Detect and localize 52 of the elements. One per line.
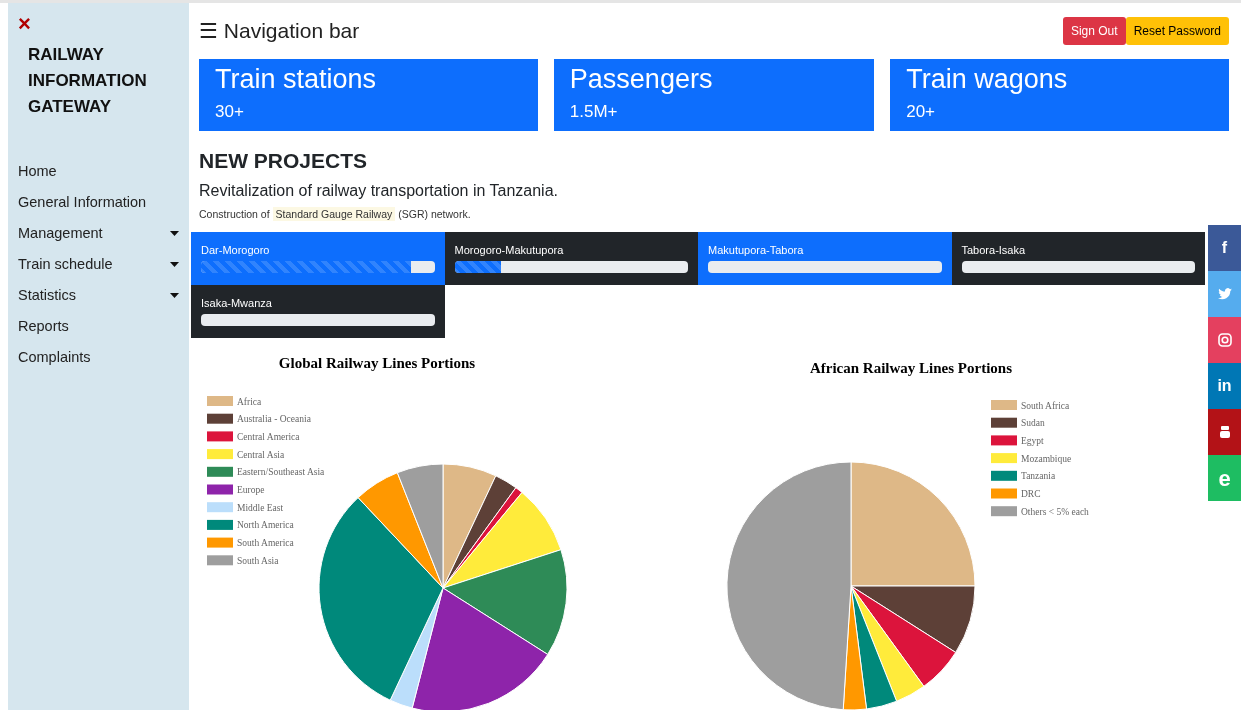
legend-label: Middle East (237, 502, 284, 513)
stat-value: 1.5M+ (569, 101, 619, 123)
legend-label: Sudan (1021, 418, 1045, 429)
legend-label: Others < 5% each (1021, 506, 1089, 517)
reset-password-button[interactable]: Reset Password (1125, 17, 1229, 45)
youtube-button[interactable] (1208, 409, 1241, 455)
twitter-button[interactable] (1208, 271, 1241, 317)
stat-title: Train wagons (906, 63, 1069, 95)
instagram-button[interactable] (1208, 317, 1241, 363)
chart-title: Global Railway Lines Portions (278, 355, 476, 372)
legend-label: South Asia (237, 556, 279, 567)
legend-label: DRC (1021, 489, 1041, 500)
linkedin-button[interactable]: in (1208, 363, 1241, 409)
navbar-title[interactable]: ☰ Navigation bar (199, 15, 360, 47)
section-name: Dar-Morogoro (201, 243, 271, 259)
legend-label: Central Asia (237, 449, 285, 460)
project-description: Revitalization of railway transportation in Tanzania. (199, 180, 559, 201)
legend-label: North America (237, 520, 294, 531)
chart-title: African Railway Lines Portions (809, 360, 1013, 377)
sidebar-item[interactable]: Home (8, 156, 189, 187)
legend-label: Eastern/Southeast Asia (237, 467, 325, 478)
legend-label: Europe (237, 485, 265, 496)
sign-out-button[interactable]: Sign Out (1062, 17, 1126, 45)
sidebar-item[interactable]: Train schedule (8, 249, 189, 280)
legend-label: Central America (237, 432, 300, 443)
camera-icon (1216, 332, 1233, 348)
section-name: Isaka-Mwanza (201, 296, 273, 312)
stat-title: Passengers (569, 63, 714, 95)
legend-label: Mozambique (1021, 453, 1072, 464)
sidebar-item[interactable]: General Information (8, 187, 189, 218)
legend-label: Tanzania (1021, 471, 1056, 482)
legend-label: South Africa (1021, 400, 1070, 411)
close-button[interactable]: × (8, 13, 41, 35)
section-name: Morogoro-Makutupora (454, 243, 565, 259)
sidebar-item[interactable]: Management (8, 218, 189, 249)
sidebar-item[interactable]: Complaints (8, 342, 189, 373)
section-heading: NEW PROJECTS (199, 148, 369, 174)
section-name: Tabora-Isaka (961, 243, 1027, 259)
sidebar-item[interactable]: Statistics (8, 280, 189, 311)
bird-icon (1216, 286, 1233, 302)
facebook-button[interactable]: f (1208, 225, 1241, 271)
project-note: Construction of Standard Gauge Railway (SGR) network. (199, 206, 472, 223)
legend-label: South America (237, 538, 294, 549)
legend-label: Australia - Oceania (237, 414, 311, 425)
legend-label: Egypt (1021, 436, 1044, 447)
stat-value: 20+ (906, 101, 936, 123)
stat-title: Train stations (215, 63, 378, 95)
brand-title: RAILWAY INFORMATION GATEWAY (27, 44, 148, 118)
section-name: Makutupora-Tabora (708, 243, 805, 259)
legend-label: Africa (237, 396, 262, 407)
sidebar-item[interactable]: Reports (8, 311, 189, 342)
stat-value: 30+ (215, 101, 245, 123)
